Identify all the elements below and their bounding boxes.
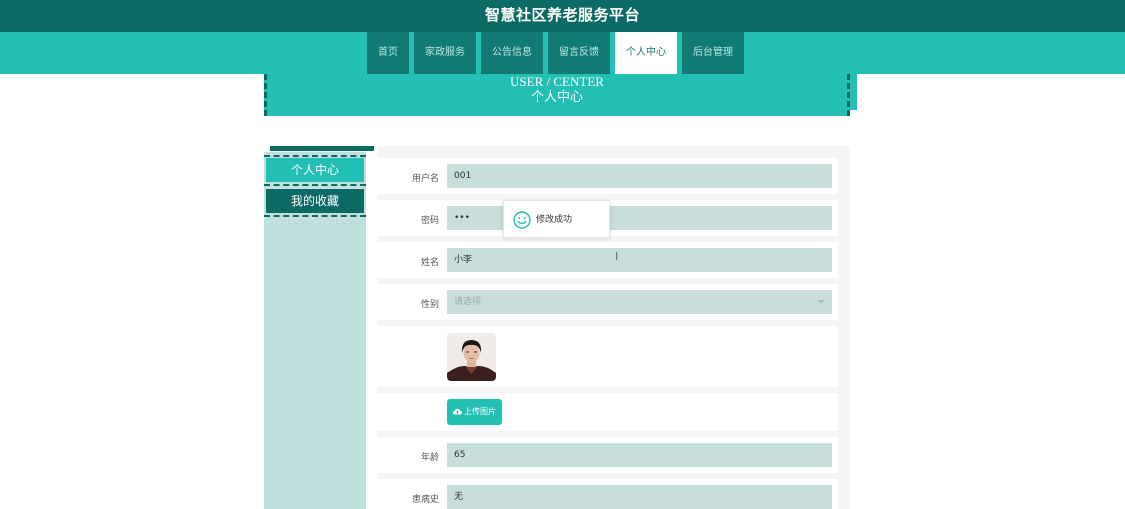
nav-item-admin[interactable]: 后台管理 (682, 32, 744, 74)
nav-item-home[interactable]: 首页 (367, 32, 409, 74)
gender-label: 性别 (420, 300, 439, 310)
name-label: 姓名 (420, 258, 439, 268)
page-banner: USER / CENTER 个人中心 (264, 74, 850, 116)
sidebar-dash (264, 215, 366, 217)
sidebar-item-favorites[interactable]: 我的收藏 (266, 189, 364, 213)
age-label: 年龄 (420, 453, 439, 463)
success-toast: 修改成功 (503, 200, 610, 238)
text-cursor-icon: I (615, 250, 619, 263)
sidebar-dash (264, 155, 366, 157)
upload-button-label: 上传图片 (464, 407, 496, 416)
medical-history-field[interactable]: 无 (447, 485, 832, 509)
main-nav: 首页 家政服务 公告信息 留言反馈 个人中心 后台管理 (367, 32, 744, 74)
site-title: 智慧社区养老服务平台 (484, 6, 640, 24)
banner-left-dash (264, 74, 267, 116)
banner-title-en: USER / CENTER (510, 74, 604, 89)
sidebar-top-line (270, 146, 374, 151)
smile-icon (513, 211, 531, 229)
nav-item-announcements[interactable]: 公告信息 (481, 32, 543, 74)
medical-history-label: 患病史 (411, 495, 439, 505)
banner-side-strip (850, 74, 857, 110)
nav-item-feedback[interactable]: 留言反馈 (548, 32, 610, 74)
gender-placeholder: 请选择 (454, 297, 482, 307)
username-label: 用户名 (411, 174, 439, 184)
password-label: 密码 (420, 216, 439, 226)
sidebar-item-user-center[interactable]: 个人中心 (266, 158, 364, 182)
cloud-upload-icon (453, 408, 462, 415)
nav-item-user-center[interactable]: 个人中心 (615, 32, 677, 74)
username-field[interactable]: 001 (447, 164, 832, 188)
avatar-image (447, 333, 496, 381)
name-field[interactable]: 小李 (447, 248, 832, 272)
toast-message: 修改成功 (536, 215, 573, 225)
banner-title-cn: 个人中心 (530, 90, 583, 105)
upload-image-button[interactable]: 上传图片 (447, 399, 502, 425)
age-field[interactable]: 65 (447, 443, 832, 467)
nav-item-housekeeping[interactable]: 家政服务 (414, 32, 476, 74)
chevron-down-icon (817, 300, 825, 304)
gender-select[interactable]: 请选择 (447, 290, 832, 314)
sidebar-dash (264, 184, 366, 186)
